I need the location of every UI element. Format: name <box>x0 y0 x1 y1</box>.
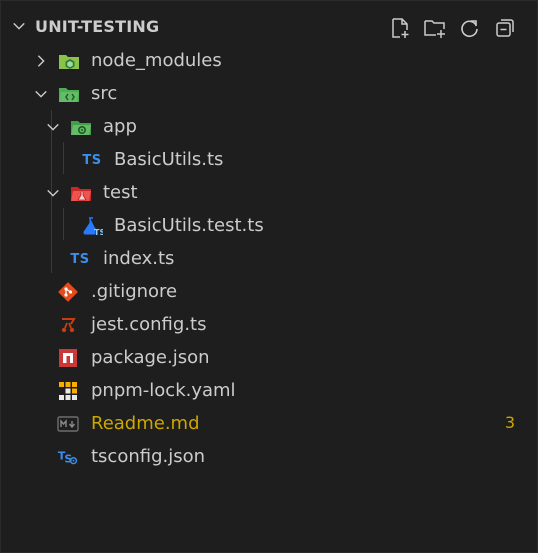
tree-item-label: jest.config.ts <box>91 314 207 335</box>
npm-icon <box>57 348 79 368</box>
tree-item-label: index.ts <box>103 248 175 269</box>
tree-item-label: BasicUtils.test.ts <box>114 215 264 236</box>
tree-item-package-json[interactable]: package.json <box>1 342 537 375</box>
tree-item-tsconfig-json[interactable]: T S tsconfig.json <box>1 441 537 474</box>
pnpm-icon <box>57 381 79 401</box>
typescript-icon: TS <box>82 152 102 168</box>
markdown-icon <box>57 414 79 434</box>
tree-item-label: .gitignore <box>91 281 178 302</box>
test-file-icon: TS <box>81 216 103 236</box>
git-icon <box>57 282 79 302</box>
node-folder-icon <box>58 51 80 71</box>
tsconfig-icon: T S <box>57 447 79 467</box>
tree-item-label: package.json <box>91 347 210 368</box>
tree-item-label: app <box>103 116 137 137</box>
tree-item-label: BasicUtils.ts <box>114 149 224 170</box>
tree-item-pnpm-lock-yaml[interactable]: pnpm-lock.yaml <box>1 375 537 408</box>
tree-item-gitignore[interactable]: .gitignore <box>1 276 537 309</box>
tree-item-label: test <box>103 182 138 203</box>
tree-item-label: src <box>91 83 118 104</box>
tree-item-index-ts[interactable]: TS index.ts <box>1 243 537 276</box>
tree-item-node-modules[interactable]: node_modules <box>1 45 537 78</box>
src-folder-icon <box>58 84 80 104</box>
svg-text:TS: TS <box>94 228 103 236</box>
chevron-down-icon[interactable] <box>34 87 48 101</box>
chevron-down-icon[interactable] <box>12 19 26 33</box>
tree-item-label: pnpm-lock.yaml <box>91 380 236 401</box>
explorer-actions <box>387 15 517 40</box>
app-folder-icon <box>70 117 92 137</box>
tree-item-label: tsconfig.json <box>91 446 206 467</box>
tree-item-label: Readme.md <box>91 413 200 434</box>
tree-item-test[interactable]: test <box>1 177 537 210</box>
tree-item-basicutils-test-ts[interactable]: TS BasicUtils.test.ts <box>1 210 537 243</box>
test-folder-icon <box>70 183 92 203</box>
tree-item-src[interactable]: src <box>1 78 537 111</box>
chevron-down-icon[interactable] <box>46 120 60 134</box>
problems-count-badge: 3 <box>504 413 515 432</box>
tree-item-readme-md[interactable]: Readme.md 3 <box>1 408 537 441</box>
new-folder-icon[interactable] <box>422 15 447 40</box>
chevron-down-icon[interactable] <box>46 186 60 200</box>
new-file-icon[interactable] <box>387 15 412 40</box>
jest-icon <box>57 315 79 335</box>
typescript-icon: TS <box>70 251 90 267</box>
tree-item-label: node_modules <box>91 50 222 71</box>
explorer-panel: UNIT-TESTING node_modules src app TS Bas… <box>0 0 538 553</box>
collapse-all-icon[interactable] <box>492 15 517 40</box>
tree-item-basicutils-ts[interactable]: TS BasicUtils.ts <box>1 144 537 177</box>
tree-item-jest-config-ts[interactable]: jest.config.ts <box>1 309 537 342</box>
explorer-title: UNIT-TESTING <box>35 17 160 36</box>
tree-item-app[interactable]: app <box>1 111 537 144</box>
chevron-right-icon[interactable] <box>34 54 48 68</box>
refresh-icon[interactable] <box>457 15 482 40</box>
explorer-header[interactable]: UNIT-TESTING <box>1 11 537 43</box>
